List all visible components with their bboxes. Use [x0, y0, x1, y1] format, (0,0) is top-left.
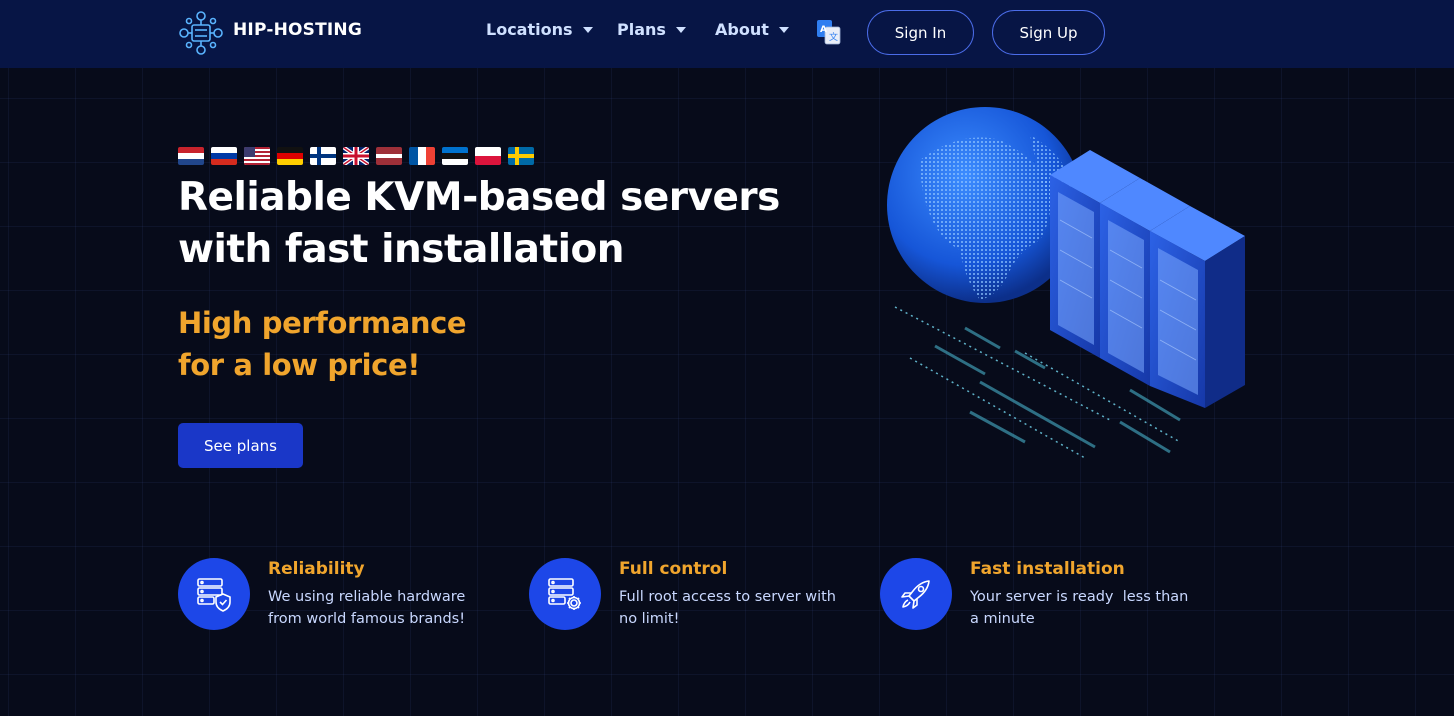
flag-germany-icon — [277, 147, 303, 165]
translate-icon[interactable]: A 文 — [816, 19, 842, 45]
brand-name[interactable]: HIP-HOSTING — [233, 20, 362, 40]
feature-description-line2: from world famous brands! — [268, 611, 466, 627]
svg-text:A: A — [820, 25, 827, 35]
flag-latvia-icon — [376, 147, 402, 165]
nav-locations[interactable]: Locations — [486, 20, 593, 39]
nav-about[interactable]: About — [715, 20, 789, 39]
nav-about-label: About — [715, 20, 769, 39]
feature-icon-circle — [880, 558, 952, 630]
hero-subtitle-line1: High performance — [178, 306, 467, 340]
hero-title: Reliable KVM-based servers with fast ins… — [178, 172, 818, 276]
flag-estonia-icon — [442, 147, 468, 165]
feature-title: Reliability — [268, 559, 365, 579]
hero-title-line2: with fast installation — [178, 227, 625, 272]
feature-description: Full root access to server with no limit… — [619, 586, 859, 630]
feature-description: Your server is ready less than a minute — [970, 586, 1210, 630]
feature-description-line1: Full root access to server with — [619, 589, 836, 605]
sign-in-button[interactable]: Sign In — [867, 10, 974, 55]
server-gear-icon — [548, 578, 581, 610]
hero-title-line1: Reliable KVM-based servers — [178, 175, 780, 220]
logo-icon[interactable] — [177, 9, 225, 57]
feature-reliability: Reliability We using reliable hardware f… — [178, 558, 508, 638]
flag-usa-icon — [244, 147, 270, 165]
feature-icon-circle — [178, 558, 250, 630]
svg-text:文: 文 — [829, 31, 838, 43]
flag-united-kingdom-icon — [343, 147, 369, 165]
chevron-down-icon — [778, 26, 789, 33]
server-shield-icon — [197, 578, 231, 612]
rocket-icon — [901, 580, 930, 609]
country-flags — [178, 147, 534, 165]
feature-description: We using reliable hardware from world fa… — [268, 586, 508, 630]
sign-up-button[interactable]: Sign Up — [992, 10, 1105, 55]
flag-finland-icon — [310, 147, 336, 165]
globe-servers-illustration — [887, 107, 1245, 459]
flag-russia-icon — [211, 147, 237, 165]
hero-subtitle-line2: for a low price! — [178, 348, 421, 382]
feature-description-line1: Your server is ready less than — [970, 589, 1189, 605]
feature-full-control: Full control Full root access to server … — [529, 558, 859, 638]
feature-icon-circle — [529, 558, 601, 630]
flag-france-icon — [409, 147, 435, 165]
feature-title: Fast installation — [970, 559, 1125, 579]
feature-description-line1: We using reliable hardware — [268, 589, 466, 605]
see-plans-button[interactable]: See plans — [178, 423, 303, 468]
hero-subtitle: High performance for a low price! — [178, 302, 578, 386]
nav-locations-label: Locations — [486, 20, 573, 39]
top-navbar: HIP-HOSTING Locations Plans About A 文 Si… — [0, 0, 1454, 68]
feature-fast-installation: Fast installation Your server is ready l… — [880, 558, 1210, 638]
nav-plans[interactable]: Plans — [617, 20, 686, 39]
flag-sweden-icon — [508, 147, 534, 165]
flag-poland-icon — [475, 147, 501, 165]
nav-plans-label: Plans — [617, 20, 666, 39]
feature-description-line2: a minute — [970, 611, 1035, 627]
feature-title: Full control — [619, 559, 728, 579]
chevron-down-icon — [582, 26, 593, 33]
chevron-down-icon — [675, 26, 686, 33]
flag-netherlands-icon — [178, 147, 204, 165]
feature-description-line2: no limit! — [619, 611, 680, 627]
